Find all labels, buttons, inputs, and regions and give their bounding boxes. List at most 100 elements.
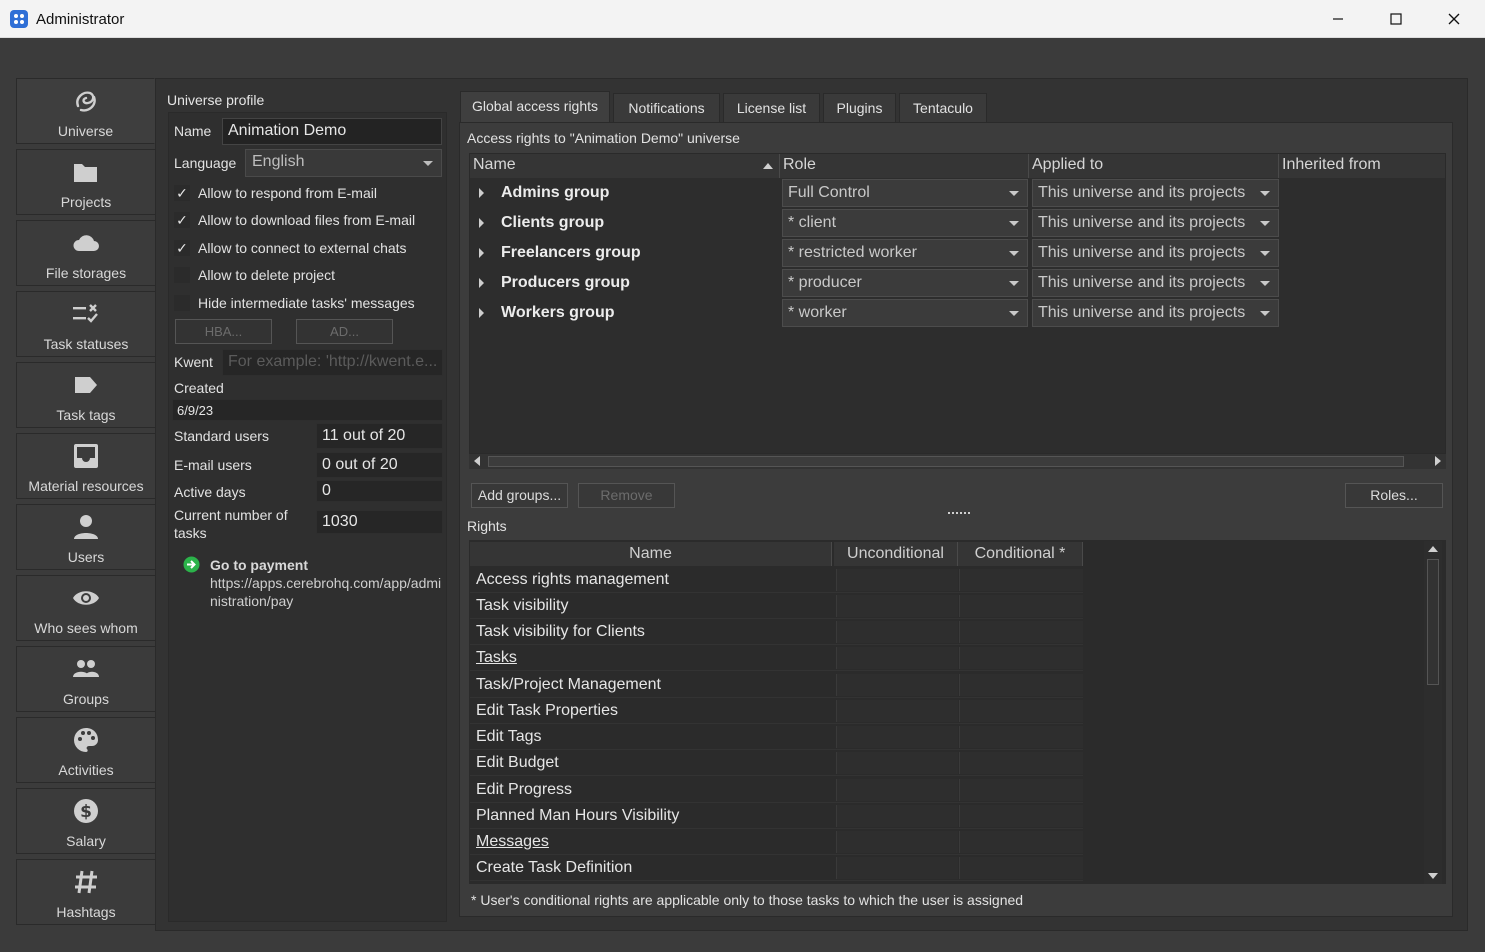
role-select[interactable]: Full Control: [782, 179, 1028, 207]
column-header-role[interactable]: Role: [780, 154, 1029, 178]
name-input[interactable]: Animation Demo: [222, 118, 442, 145]
role-select[interactable]: * worker: [782, 299, 1028, 327]
rights-column-conditional[interactable]: Conditional *: [958, 542, 1083, 566]
checkbox-hide-intermediate[interactable]: [174, 295, 190, 311]
scrollbar-thumb[interactable]: [1427, 559, 1439, 685]
close-button[interactable]: [1425, 0, 1483, 38]
rights-footnote: * User's conditional rights are applicab…: [471, 892, 1024, 908]
horizontal-scrollbar[interactable]: [469, 454, 1446, 469]
conditional-cell[interactable]: [959, 674, 1083, 696]
right-category-link[interactable]: Tasks: [476, 649, 517, 667]
checkbox-external-chats[interactable]: ✓: [174, 240, 190, 256]
add-groups-button[interactable]: Add groups...: [471, 483, 568, 508]
scroll-right-icon[interactable]: [1434, 456, 1442, 466]
sidebar-item-projects[interactable]: Projects: [16, 149, 155, 215]
payment-title[interactable]: Go to payment: [210, 557, 308, 573]
rights-column-name[interactable]: Name: [470, 542, 832, 566]
tab-license-list[interactable]: License list: [723, 93, 820, 123]
applied-to-select[interactable]: This universe and its projects: [1032, 239, 1279, 267]
conditional-cell[interactable]: [959, 831, 1083, 853]
scroll-up-icon[interactable]: [1428, 545, 1438, 553]
right-category-link[interactable]: Messages: [476, 833, 549, 851]
role-select[interactable]: * restricted worker: [782, 239, 1028, 267]
remove-button[interactable]: Remove: [578, 483, 675, 508]
unconditional-cell[interactable]: [836, 831, 958, 853]
name-label: Name: [174, 123, 212, 139]
conditional-cell[interactable]: [959, 569, 1083, 591]
column-header-name[interactable]: Name: [470, 154, 780, 178]
unconditional-cell[interactable]: [836, 779, 958, 801]
sidebar-item-file-storages[interactable]: File storages: [16, 220, 155, 286]
payment-url[interactable]: https://apps.cerebrohq.com/app/administr…: [210, 574, 442, 610]
tab-notifications[interactable]: Notifications: [613, 93, 720, 123]
unconditional-cell[interactable]: [836, 569, 958, 591]
rights-column-unconditional[interactable]: Unconditional: [834, 542, 958, 566]
conditional-cell[interactable]: [959, 726, 1083, 748]
tab-tentaculo[interactable]: Tentaculo: [899, 93, 987, 123]
unconditional-cell[interactable]: [836, 805, 958, 827]
expand-arrow-icon[interactable]: [479, 278, 484, 288]
expand-arrow-icon[interactable]: [479, 308, 484, 318]
tab-plugins[interactable]: Plugins: [823, 93, 896, 123]
roles-button[interactable]: Roles...: [1345, 483, 1443, 508]
applied-to-select[interactable]: This universe and its projects: [1032, 209, 1279, 237]
sidebar-item-users[interactable]: Users: [16, 504, 155, 570]
unconditional-cell[interactable]: [836, 857, 958, 879]
ad-button[interactable]: AD...: [296, 319, 393, 344]
checkbox-download-email[interactable]: ✓: [174, 212, 190, 228]
scrollbar-thumb[interactable]: [488, 456, 1404, 467]
column-header-applied-to[interactable]: Applied to: [1029, 154, 1279, 178]
applied-to-select[interactable]: This universe and its projects: [1032, 299, 1279, 327]
conditional-cell[interactable]: [959, 647, 1083, 669]
unconditional-cell[interactable]: [836, 621, 958, 643]
conditional-cell[interactable]: [959, 779, 1083, 801]
scroll-left-icon[interactable]: [473, 456, 481, 466]
conditional-cell[interactable]: [959, 595, 1083, 617]
sidebar-item-who-sees-whom[interactable]: Who sees whom: [16, 575, 155, 641]
conditional-cell[interactable]: [959, 752, 1083, 774]
sidebar-item-groups[interactable]: Groups: [16, 646, 155, 712]
minimize-button[interactable]: [1309, 0, 1367, 38]
kwent-input[interactable]: For example: 'http://kwent.e...: [222, 349, 443, 376]
scroll-down-icon[interactable]: [1428, 872, 1438, 880]
role-select[interactable]: * producer: [782, 269, 1028, 297]
task-count-value: 1030: [316, 510, 443, 534]
unconditional-cell[interactable]: [836, 595, 958, 617]
sidebar-item-hashtags[interactable]: Hashtags: [16, 859, 155, 925]
conditional-cell[interactable]: [959, 700, 1083, 722]
sidebar-item-task-tags[interactable]: Task tags: [16, 362, 155, 428]
tab-global-access-rights[interactable]: Global access rights: [460, 91, 610, 123]
column-header-inherited-from[interactable]: Inherited from: [1279, 154, 1445, 178]
unconditional-cell[interactable]: [836, 752, 958, 774]
expand-arrow-icon[interactable]: [479, 218, 484, 228]
sidebar-item-universe[interactable]: Universe: [16, 78, 155, 144]
role-select[interactable]: * client: [782, 209, 1028, 237]
expand-arrow-icon[interactable]: [479, 188, 484, 198]
unconditional-cell[interactable]: [836, 700, 958, 722]
applied-to-select[interactable]: This universe and its projects: [1032, 179, 1279, 207]
sidebar-item-activities[interactable]: Activities: [16, 717, 155, 783]
sort-asc-icon: [763, 163, 773, 169]
applied-to-select[interactable]: This universe and its projects: [1032, 269, 1279, 297]
unconditional-cell[interactable]: [836, 674, 958, 696]
checkbox-delete-project[interactable]: [174, 267, 190, 283]
minimize-icon: [1333, 18, 1343, 20]
expand-arrow-icon[interactable]: [479, 248, 484, 258]
maximize-button[interactable]: [1367, 0, 1425, 38]
hba-button[interactable]: HBA...: [175, 319, 272, 344]
conditional-cell[interactable]: [959, 621, 1083, 643]
splitter-handle[interactable]: [948, 512, 970, 516]
conditional-cell[interactable]: [959, 805, 1083, 827]
vertical-scrollbar[interactable]: [1424, 541, 1442, 884]
group-name: Producers group: [501, 274, 630, 291]
unconditional-cell[interactable]: [836, 726, 958, 748]
sidebar-item-salary[interactable]: $ Salary: [16, 788, 155, 854]
checkbox-respond-email[interactable]: ✓: [174, 185, 190, 201]
sidebar-item-material-resources[interactable]: Material resources: [16, 433, 155, 499]
unconditional-cell[interactable]: [836, 647, 958, 669]
sidebar-item-task-statuses[interactable]: Task statuses: [16, 291, 155, 357]
universe-icon: [75, 91, 96, 112]
group-name: Workers group: [501, 304, 615, 321]
conditional-cell[interactable]: [959, 857, 1083, 879]
language-select[interactable]: English: [245, 149, 442, 177]
